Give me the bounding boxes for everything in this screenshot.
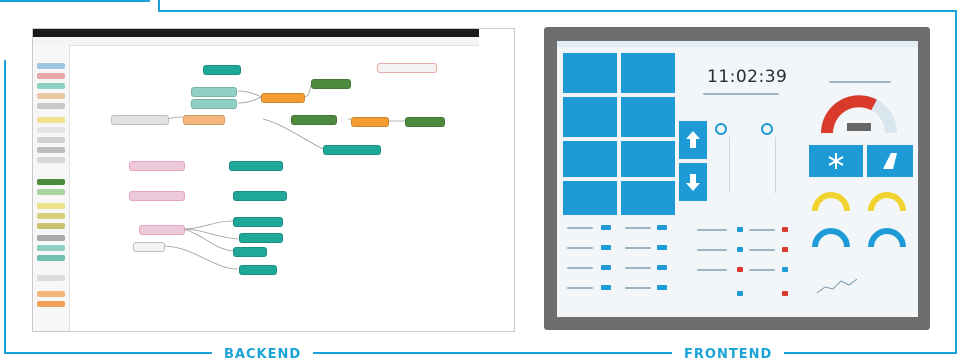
- mini-chart: [816, 278, 858, 294]
- frame-top-right: [160, 10, 955, 12]
- control-tile[interactable]: [563, 97, 617, 137]
- flow-node[interactable]: [139, 225, 185, 235]
- control-tile[interactable]: [621, 97, 675, 137]
- up-button[interactable]: [679, 121, 707, 159]
- gauge-blue-left: [812, 228, 850, 248]
- row-label: [697, 249, 727, 251]
- row-label: [625, 227, 651, 229]
- frame-left: [4, 60, 6, 353]
- flow-node[interactable]: [183, 115, 225, 125]
- flow-node[interactable]: [351, 117, 389, 127]
- toggle-switch[interactable]: [782, 267, 788, 272]
- frame-step: [158, 0, 160, 12]
- control-tile[interactable]: [621, 141, 675, 177]
- toggle-switch[interactable]: [737, 227, 743, 232]
- frame-right: [955, 10, 957, 353]
- toggle-switch[interactable]: [782, 291, 788, 296]
- row-label: [567, 267, 593, 269]
- gauge-blue-right: [868, 228, 906, 248]
- toggle-switch[interactable]: [737, 267, 743, 272]
- row-label: [625, 287, 651, 289]
- row-label: [749, 249, 775, 251]
- flow-node[interactable]: [233, 191, 287, 201]
- row-label: [697, 269, 727, 271]
- flow-node[interactable]: [191, 87, 237, 97]
- clock-time: 11:02:39: [707, 67, 788, 87]
- slider-track[interactable]: [729, 137, 730, 193]
- toggle-switch[interactable]: [657, 265, 667, 270]
- flow-node[interactable]: [311, 79, 351, 89]
- flow-node[interactable]: [233, 247, 267, 257]
- shower-icon: [883, 153, 897, 169]
- row-label: [749, 229, 775, 231]
- frontend-tablet: 11:02:39: [544, 27, 930, 330]
- control-tile[interactable]: [621, 181, 675, 215]
- shower-tile[interactable]: [867, 145, 913, 177]
- row-label: [625, 247, 651, 249]
- row-label: [749, 269, 775, 271]
- toggle-switch[interactable]: [737, 247, 743, 252]
- flow-node[interactable]: [323, 145, 381, 155]
- gauge-yellow-right: [868, 192, 906, 212]
- toggle-switch[interactable]: [601, 225, 611, 230]
- row-label: [567, 227, 593, 229]
- toggle-switch[interactable]: [601, 285, 611, 290]
- toggle-switch[interactable]: [601, 245, 611, 250]
- down-button[interactable]: [679, 163, 707, 201]
- toggle-switch[interactable]: [601, 265, 611, 270]
- flow-node[interactable]: [129, 191, 185, 201]
- backend-flow-editor: [32, 28, 515, 332]
- flow-wires: [150, 83, 405, 270]
- flow-node[interactable]: [405, 117, 445, 127]
- flow-node[interactable]: [111, 115, 169, 125]
- control-tile[interactable]: [621, 53, 675, 93]
- row-label: [567, 247, 593, 249]
- control-tile[interactable]: [563, 141, 617, 177]
- date-line: [703, 93, 779, 95]
- flow-node[interactable]: [239, 233, 283, 243]
- control-tile[interactable]: [563, 53, 617, 93]
- gauge-title: [829, 81, 891, 83]
- row-label: [697, 229, 727, 231]
- status-dot: [715, 123, 727, 135]
- toggle-switch[interactable]: [782, 247, 788, 252]
- flow-node[interactable]: [133, 242, 165, 252]
- toggle-switch[interactable]: [657, 225, 667, 230]
- toggle-switch[interactable]: [657, 285, 667, 290]
- temperature-gauge: [821, 95, 897, 134]
- dashboard-header: [557, 41, 918, 47]
- toggle-switch[interactable]: [737, 291, 743, 296]
- flow-node[interactable]: [239, 265, 277, 275]
- flow-node[interactable]: [229, 161, 283, 171]
- flow-node[interactable]: [291, 115, 337, 125]
- flow-node[interactable]: [233, 217, 283, 227]
- flow-node[interactable]: [191, 99, 237, 109]
- snowflake-icon: [828, 153, 844, 169]
- frame-bottom: [4, 352, 957, 354]
- row-label: [625, 267, 651, 269]
- flow-node[interactable]: [377, 63, 437, 73]
- snowflake-tile[interactable]: [809, 145, 863, 177]
- toggle-switch[interactable]: [782, 227, 788, 232]
- arrow-down-icon: [686, 174, 700, 191]
- flow-node[interactable]: [129, 161, 185, 171]
- dashboard-screen: 11:02:39: [557, 41, 918, 317]
- frame-top-left: [0, 0, 150, 2]
- gauge-yellow-left: [812, 192, 850, 212]
- flow-node[interactable]: [261, 93, 305, 103]
- row-label: [567, 287, 593, 289]
- control-tile[interactable]: [563, 181, 617, 215]
- status-dot: [761, 123, 773, 135]
- flow-node[interactable]: [203, 65, 241, 75]
- arrow-up-icon: [686, 131, 700, 148]
- toggle-switch[interactable]: [657, 245, 667, 250]
- slider-track[interactable]: [775, 137, 776, 193]
